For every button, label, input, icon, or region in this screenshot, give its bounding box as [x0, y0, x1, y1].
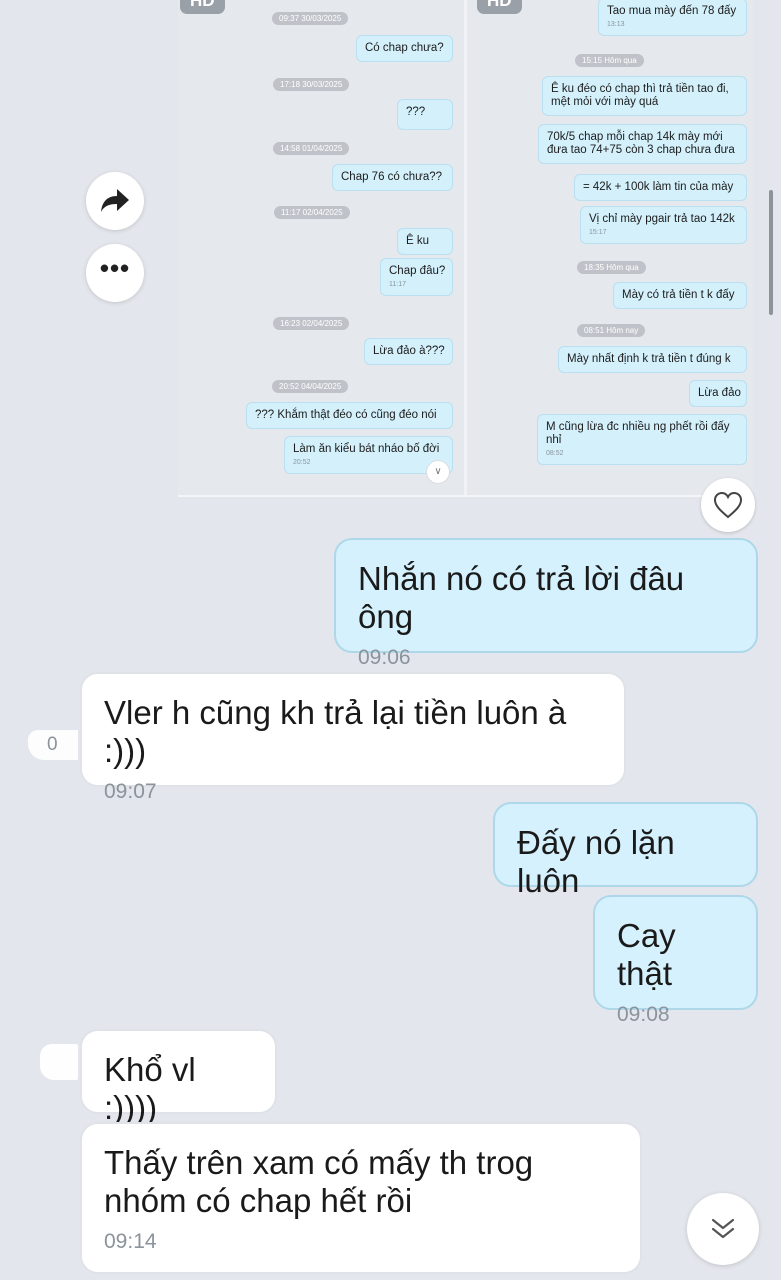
mini-timestamp: 16:23 02/04/2025: [273, 317, 350, 330]
reaction-indicator[interactable]: [40, 1040, 80, 1082]
more-dots-icon: •••: [99, 253, 131, 283]
mini-message: Lừa đảo à???: [364, 338, 453, 365]
message-time: 09:08: [617, 1003, 670, 1026]
react-heart-button[interactable]: [701, 478, 755, 532]
mini-timestamp: 09:37 30/03/2025: [272, 12, 349, 25]
mini-message: Mày nhất định k trả tiền t đúng k: [558, 346, 747, 373]
mini-message: ??? Khắm thật đéo có cũng đéo nói: [246, 402, 453, 429]
mini-message: Có chap chưa?: [356, 35, 453, 62]
message-text: Thấy trên xam có mấy th trog nhóm có cha…: [104, 1144, 534, 1219]
mini-timestamp: 20:52 04/04/2025: [272, 380, 349, 393]
message-time: 09:14: [104, 1230, 157, 1253]
mini-timestamp: 15:15 Hôm qua: [575, 54, 644, 67]
message-bubble[interactable]: Nhắn nó có trả lời đâu ông 09:06: [334, 538, 758, 669]
mini-timestamp: 08:51 Hôm nay: [577, 324, 646, 337]
mini-message: Chap đâu? 11:17: [380, 258, 453, 296]
forward-button[interactable]: [86, 172, 144, 230]
mini-message: Ê ku: [397, 228, 453, 255]
message-bubble[interactable]: Vler h cũng kh trả lại tiền luôn à :))) …: [80, 672, 626, 803]
shared-screenshot-image[interactable]: HD 09:37 30/03/2025 Có chap chưa? 17:18 …: [178, 0, 753, 497]
mini-message: Chap 76 có chưa??: [332, 164, 453, 191]
message-text: Khổ vl :)))): [104, 1051, 196, 1126]
message-text: Đấy nó lặn luôn: [517, 824, 675, 899]
more-options-button[interactable]: •••: [86, 244, 144, 302]
message-bubble[interactable]: Thấy trên xam có mấy th trog nhóm có cha…: [80, 1122, 642, 1274]
mini-timestamp: 17:18 30/03/2025: [273, 78, 350, 91]
mini-scroll-down-icon: ∨: [426, 460, 450, 484]
mini-message: Lừa đảo: [689, 380, 747, 407]
mini-message: Mày có trả tiền t k đấy: [613, 282, 747, 309]
mini-message: Vị chỉ mày pgair trả tao 142k 15:17: [580, 206, 747, 244]
double-chevron-down-icon: [711, 1218, 735, 1239]
scrollbar[interactable]: [769, 190, 773, 315]
message-text: Cay thật: [617, 917, 676, 992]
mini-timestamp: 11:17 02/04/2025: [274, 206, 350, 219]
mini-message: Ê ku đéo có chap thì trả tiền tao đi, mệ…: [542, 76, 747, 116]
message-time: 09:06: [358, 646, 411, 669]
reaction-count: 0: [47, 734, 58, 755]
screenshot-right-panel: HD Tao mua mày đến 78 đấy 13:13 15:15 Hôm…: [467, 0, 753, 495]
message-bubble[interactable]: Đấy nó lặn luôn: [493, 802, 758, 899]
mini-message: M cũng lừa đc nhiều ng phết rồi đấy nhỉ 0…: [537, 414, 747, 465]
message-text: Vler h cũng kh trả lại tiền luôn à :))): [104, 694, 567, 769]
mini-message: ???: [397, 99, 453, 130]
heart-icon: [713, 491, 743, 519]
mini-timestamp: 18:35 Hôm qua: [577, 261, 646, 274]
forward-arrow-icon: [101, 189, 129, 212]
message-bubble[interactable]: Khổ vl :)))): [80, 1029, 277, 1126]
mini-message: Tao mua mày đến 78 đấy 13:13: [598, 0, 747, 36]
scroll-to-bottom-button[interactable]: [687, 1193, 759, 1265]
screenshot-left-panel: HD 09:37 30/03/2025 Có chap chưa? 17:18 …: [178, 0, 464, 495]
hd-badge: HD: [477, 0, 522, 14]
reaction-indicator[interactable]: 0: [22, 690, 80, 770]
mini-message: 70k/5 chap mỗi chap 14k mày mới đưa tao …: [538, 124, 747, 164]
message-text: Nhắn nó có trả lời đâu ông: [358, 560, 685, 635]
mini-message: = 42k + 100k làm tin của mày: [574, 174, 747, 201]
mini-timestamp: 14:58 01/04/2025: [273, 142, 350, 155]
hd-badge: HD: [180, 0, 225, 14]
message-bubble[interactable]: Cay thật 09:08: [593, 895, 758, 1026]
thumbs-up-icon: [40, 1044, 78, 1080]
